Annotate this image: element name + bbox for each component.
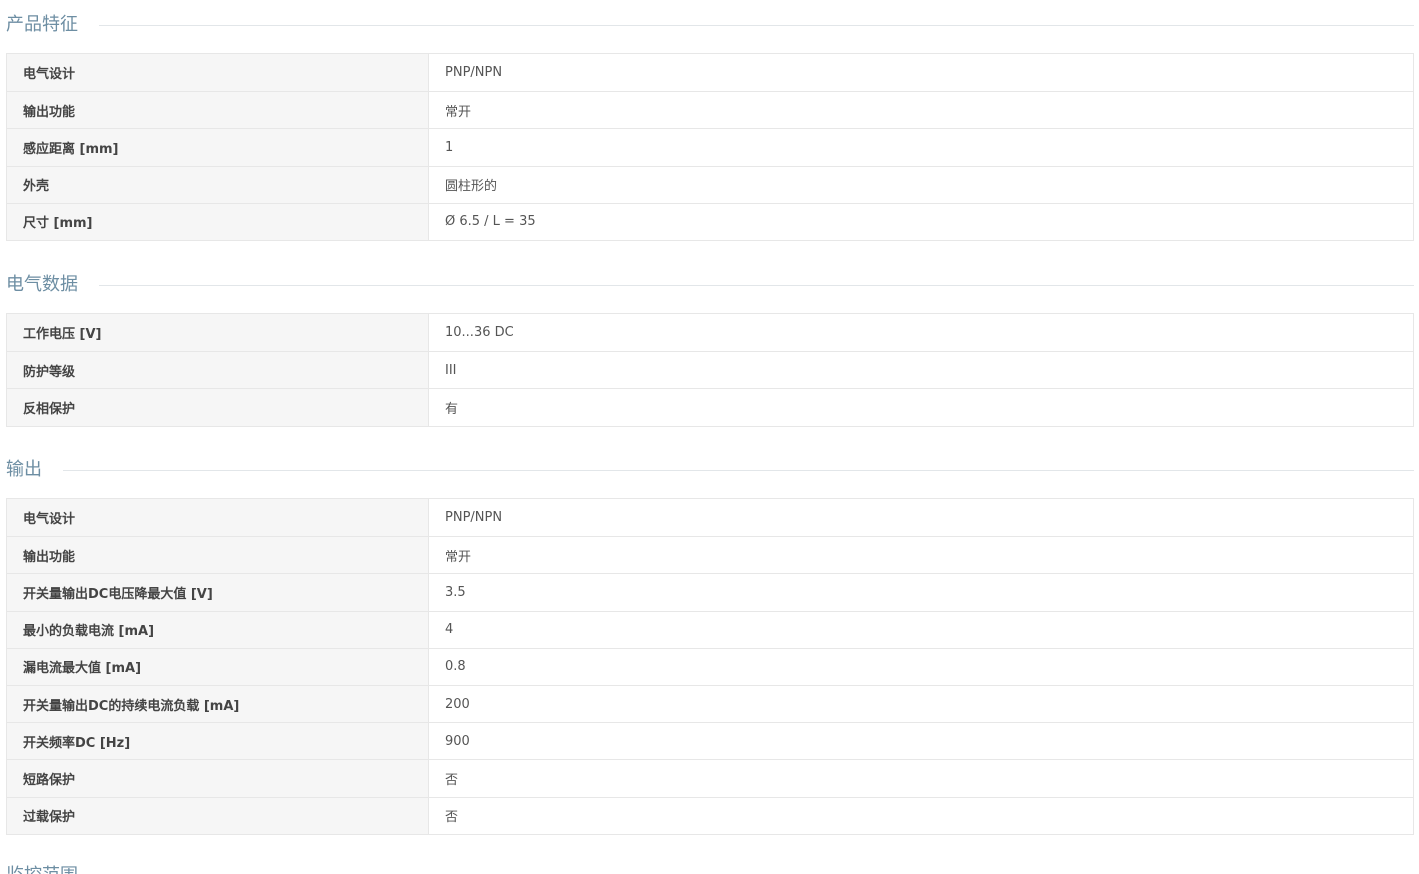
- row-label: 漏电流最大值 [mA]: [7, 648, 429, 685]
- row-value: 有: [429, 389, 1413, 426]
- section-title: 电气数据: [6, 274, 78, 295]
- table-row: 电气设计 PNP/NPN: [7, 54, 1413, 92]
- row-value: 4: [429, 611, 1413, 648]
- section-divider: [63, 469, 1414, 471]
- table-row: 漏电流最大值 [mA] 0.8: [7, 647, 1413, 685]
- spec-table-outputs: 电气设计 PNP/NPN 输出功能 常开 开关量输出DC电压降最大值 [V] 3…: [6, 498, 1414, 835]
- table-row: 短路保护 否: [7, 759, 1413, 797]
- row-value: 常开: [429, 92, 1413, 129]
- table-row: 感应距离 [mm] 1: [7, 128, 1413, 166]
- section-header-electrical-data: 电气数据: [6, 273, 1414, 297]
- row-label: 外壳: [7, 166, 429, 203]
- row-value: 200: [429, 685, 1413, 723]
- row-value: PNP/NPN: [429, 54, 1413, 92]
- row-label: 短路保护: [7, 760, 429, 797]
- section-divider: [99, 24, 1414, 26]
- row-label: 尺寸 [mm]: [7, 203, 429, 240]
- table-row: 过载保护 否: [7, 796, 1413, 834]
- row-label: 防护等级: [7, 352, 429, 389]
- row-label: 感应距离 [mm]: [7, 129, 429, 166]
- section-header-product-features: 产品特征: [6, 13, 1414, 37]
- row-value: 3.5: [429, 574, 1413, 611]
- row-label: 开关频率DC [Hz]: [7, 723, 429, 760]
- row-value: 否: [429, 760, 1413, 797]
- row-value: Ø 6.5 / L = 35: [429, 203, 1413, 240]
- row-label: 反相保护: [7, 389, 429, 426]
- table-row: 最小的负载电流 [mA] 4: [7, 610, 1413, 648]
- row-label: 输出功能: [7, 537, 429, 574]
- row-value: 900: [429, 723, 1413, 760]
- row-label: 开关量输出DC的持续电流负载 [mA]: [7, 685, 429, 723]
- table-row: 开关频率DC [Hz] 900: [7, 722, 1413, 760]
- row-label: 开关量输出DC电压降最大值 [V]: [7, 574, 429, 611]
- section-divider: [99, 284, 1414, 286]
- row-value: 否: [429, 797, 1413, 834]
- table-row: 尺寸 [mm] Ø 6.5 / L = 35: [7, 202, 1413, 240]
- table-row: 输出功能 常开: [7, 91, 1413, 129]
- spec-page: 产品特征 电气设计 PNP/NPN 输出功能 常开 感应距离 [mm] 1 外壳…: [0, 0, 1419, 874]
- table-row: 开关量输出DC的持续电流负载 [mA] 200: [7, 684, 1413, 723]
- table-row: 外壳 圆柱形的: [7, 165, 1413, 203]
- spec-table-product-features: 电气设计 PNP/NPN 输出功能 常开 感应距离 [mm] 1 外壳 圆柱形的…: [6, 53, 1414, 241]
- section-title: 输出: [6, 459, 42, 480]
- row-value: III: [429, 352, 1413, 389]
- row-label: 输出功能: [7, 92, 429, 129]
- section-title: 产品特征: [6, 14, 78, 35]
- row-label: 电气设计: [7, 54, 429, 92]
- row-value: 常开: [429, 537, 1413, 574]
- row-value: PNP/NPN: [429, 499, 1413, 537]
- row-value: 1: [429, 129, 1413, 166]
- table-row: 电气设计 PNP/NPN: [7, 499, 1413, 537]
- section-header-monitoring-range: 监控范围: [6, 864, 1414, 874]
- table-row: 反相保护 有: [7, 388, 1413, 426]
- table-row: 输出功能 常开: [7, 536, 1413, 574]
- row-label: 过载保护: [7, 797, 429, 834]
- table-row: 工作电压 [V] 10...36 DC: [7, 314, 1413, 352]
- table-row: 开关量输出DC电压降最大值 [V] 3.5: [7, 573, 1413, 611]
- row-label: 最小的负载电流 [mA]: [7, 611, 429, 648]
- section-title: 监控范围: [6, 864, 78, 874]
- table-row: 防护等级 III: [7, 351, 1413, 389]
- row-label: 电气设计: [7, 499, 429, 537]
- row-value: 0.8: [429, 648, 1413, 685]
- row-value: 10...36 DC: [429, 314, 1413, 352]
- row-value: 圆柱形的: [429, 166, 1413, 203]
- row-label: 工作电压 [V]: [7, 314, 429, 352]
- section-header-outputs: 输出: [6, 458, 1414, 482]
- spec-table-electrical-data: 工作电压 [V] 10...36 DC 防护等级 III 反相保护 有: [6, 313, 1414, 427]
